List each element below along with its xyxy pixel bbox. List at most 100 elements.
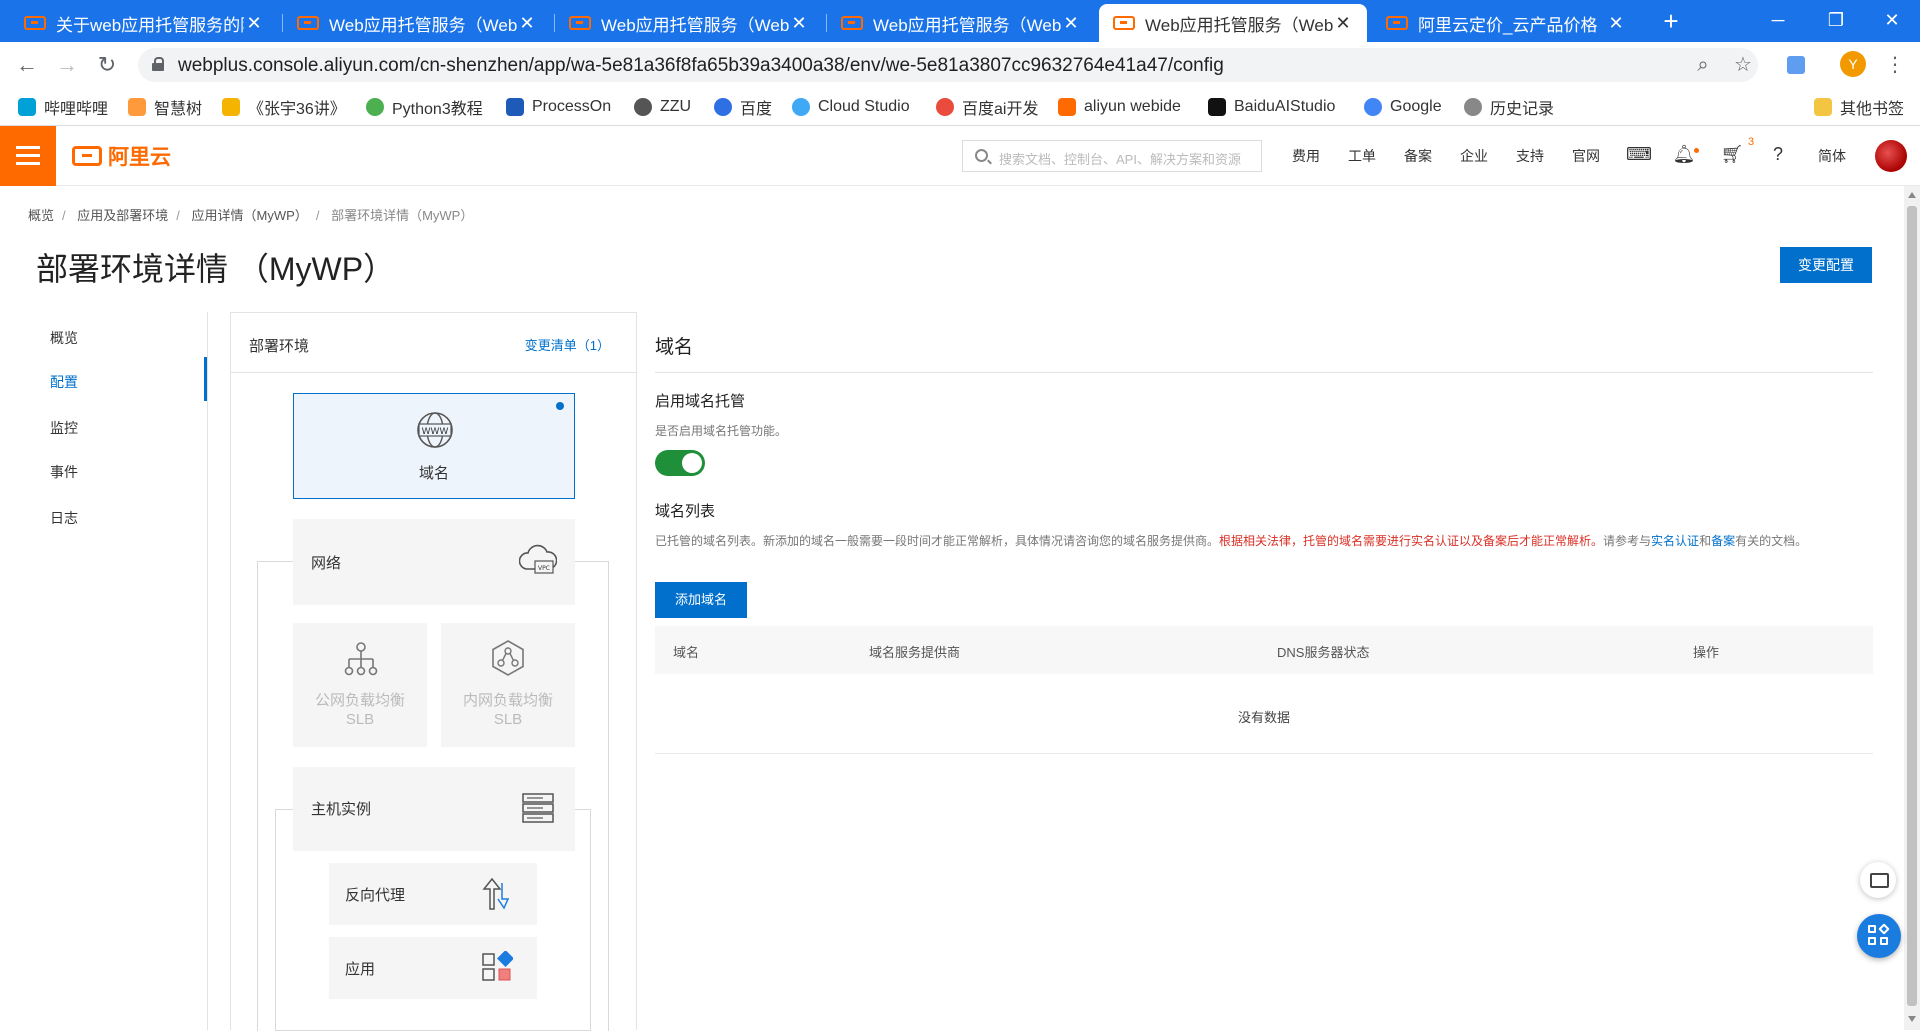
scroll-up-icon[interactable]	[1908, 192, 1916, 198]
bookmark-label: 百度ai开发	[962, 101, 1039, 118]
add-domain-button[interactable]: 添加域名	[655, 582, 747, 618]
side-nav-monitor[interactable]: 监控	[50, 418, 78, 438]
header-link-billing[interactable]: 费用	[1292, 146, 1320, 166]
side-nav-config[interactable]: 配置	[50, 372, 78, 392]
bookmark-item[interactable]: aliyun webide	[1058, 96, 1181, 118]
close-tab-icon[interactable]: ✕	[789, 13, 809, 34]
real-name-auth-link[interactable]: 实名认证	[1651, 534, 1699, 548]
svg-text:VPC: VPC	[538, 565, 550, 572]
bookmark-item[interactable]: 哔哩哔哩	[18, 96, 108, 118]
private-slb-node[interactable]: 内网负载均衡 SLB	[441, 623, 575, 747]
language-switch[interactable]: 简体	[1818, 146, 1846, 166]
divider	[655, 372, 1873, 373]
network-node[interactable]: 网络 VPC	[293, 519, 575, 605]
terminal-icon[interactable]: ⌨	[1626, 142, 1652, 166]
icp-filing-link[interactable]: 备案	[1711, 534, 1735, 548]
zoom-icon[interactable]: ⌕	[1688, 50, 1718, 80]
close-window-icon[interactable]: ✕	[1862, 0, 1920, 40]
header-link-website[interactable]: 官网	[1572, 146, 1600, 166]
header-link-support[interactable]: 支持	[1516, 146, 1544, 166]
close-tab-icon[interactable]: ✕	[244, 13, 264, 34]
bookmark-item[interactable]: BaiduAIStudio	[1208, 96, 1335, 118]
browser-tab[interactable]: 关于web应用托管服务的阿里 ✕	[10, 4, 278, 42]
host-instance-node[interactable]: 主机实例	[293, 767, 575, 851]
forward-icon[interactable]: →	[52, 50, 82, 80]
header-link-ticket[interactable]: 工单	[1348, 146, 1376, 166]
bookmark-label: 《张宇36讲》	[248, 101, 346, 118]
bookmark-item[interactable]: 百度ai开发	[936, 96, 1038, 118]
close-tab-icon[interactable]: ✕	[1606, 13, 1626, 34]
bookmark-item[interactable]: 历史记录	[1464, 96, 1554, 118]
menu-dots-icon[interactable]: ⋮	[1880, 50, 1910, 80]
apps-grid-button[interactable]	[1857, 914, 1901, 958]
bookmark-item[interactable]: ProcessOn	[506, 96, 611, 118]
breadcrumb-item[interactable]: 概览	[28, 208, 54, 223]
bookmark-star-icon[interactable]: ☆	[1728, 50, 1758, 80]
public-slb-node[interactable]: 公网负载均衡 SLB	[293, 623, 427, 747]
side-nav-events[interactable]: 事件	[50, 462, 78, 482]
page-scrollbar[interactable]	[1904, 186, 1920, 1030]
header-link-filing[interactable]: 备案	[1404, 146, 1432, 166]
close-tab-icon[interactable]: ✕	[1061, 13, 1081, 34]
header-link-enterprise[interactable]: 企业	[1460, 146, 1488, 166]
feedback-chat-icon[interactable]	[1860, 862, 1896, 898]
aliyun-logo[interactable]: 阿里云	[72, 143, 171, 169]
browser-tab[interactable]: Web应用托管服务（Web+） ✕	[555, 4, 823, 42]
reload-icon[interactable]: ↻	[92, 50, 122, 80]
domain-hosting-description: 是否启用域名托管功能。	[655, 424, 788, 438]
browser-tab[interactable]: Web应用托管服务（Web+） ✕	[283, 4, 551, 42]
change-config-button[interactable]: 变更配置	[1780, 247, 1872, 283]
tab-title: Web应用托管服务（Web+）	[601, 15, 789, 35]
breadcrumb-current: 部署环境详情（MyWP）	[331, 208, 474, 223]
bookmark-item[interactable]: ZZU	[634, 96, 691, 118]
user-avatar[interactable]	[1875, 140, 1907, 172]
close-tab-icon[interactable]: ✕	[1333, 13, 1353, 34]
bookmark-item[interactable]: Google	[1364, 96, 1442, 118]
close-tab-icon[interactable]: ✕	[517, 13, 537, 34]
bookmark-item[interactable]: 百度	[714, 96, 772, 118]
breadcrumb-item[interactable]: 应用详情（MyWP）	[192, 208, 308, 223]
side-nav-logs[interactable]: 日志	[50, 508, 78, 528]
grid-icon	[1868, 925, 1876, 933]
hamburger-menu-button[interactable]	[0, 126, 56, 186]
browser-tab[interactable]: Web应用托管服务（Web+） ✕	[827, 4, 1095, 42]
aliyun-favicon-icon	[569, 16, 591, 30]
tab-title: 阿里云定价_云产品价格	[1418, 15, 1598, 35]
browser-tab-active[interactable]: Web应用托管服务（Web+） ✕	[1099, 4, 1367, 42]
new-tab-button[interactable]: +	[1656, 6, 1686, 36]
public-slb-sublabel: SLB	[345, 711, 375, 728]
bookmark-item[interactable]: Cloud Studio	[792, 96, 910, 118]
profile-avatar[interactable]: Y	[1840, 51, 1866, 77]
back-icon[interactable]: ←	[12, 50, 42, 80]
bell-icon[interactable]: 🔔︎	[1672, 142, 1696, 166]
other-bookmarks[interactable]: 其他书签	[1814, 96, 1904, 118]
breadcrumb-item[interactable]: 应用及部署环境	[77, 208, 168, 223]
minimize-icon[interactable]: ─	[1748, 0, 1808, 40]
change-list-link[interactable]: 变更清单（1）	[525, 335, 610, 354]
restore-icon[interactable]: ❐	[1806, 0, 1866, 40]
active-nav-indicator	[204, 357, 207, 401]
scroll-thumb[interactable]	[1907, 206, 1917, 1006]
logo-text: 阿里云	[108, 146, 171, 169]
scroll-down-icon[interactable]	[1908, 1016, 1916, 1022]
reverse-proxy-node[interactable]: 反向代理	[329, 863, 537, 925]
domain-node[interactable]: WWW 域名	[293, 393, 575, 499]
bookmark-item[interactable]: 智慧树	[128, 96, 202, 118]
extension-icon[interactable]	[1787, 56, 1805, 74]
side-nav-overview[interactable]: 概览	[50, 328, 78, 348]
url-field[interactable]: webplus.console.aliyun.com/cn-shenzhen/a…	[138, 48, 1758, 82]
help-icon[interactable]: ?	[1766, 142, 1790, 166]
search-input[interactable]: 搜索文档、控制台、API、解决方案和资源	[962, 140, 1262, 172]
notification-dot	[1694, 148, 1699, 153]
application-node[interactable]: 应用	[329, 937, 537, 999]
tab-title: Web应用托管服务（Web+）	[873, 15, 1061, 35]
bookmark-item[interactable]: 《张宇36讲》	[222, 96, 346, 118]
grid-icon-cell	[1868, 937, 1876, 945]
domain-hosting-toggle[interactable]	[655, 450, 705, 476]
page-title: 部署环境详情 （MyWP）	[36, 251, 396, 287]
bookmark-item[interactable]: Python3教程	[366, 96, 483, 118]
browser-tab[interactable]: 阿里云定价_云产品价格 ✕	[1372, 4, 1640, 42]
url-text[interactable]: webplus.console.aliyun.com/cn-shenzhen/a…	[178, 55, 1224, 77]
grid-icon-cell	[1880, 937, 1888, 945]
cart-icon[interactable]: 🛒︎	[1720, 142, 1744, 166]
